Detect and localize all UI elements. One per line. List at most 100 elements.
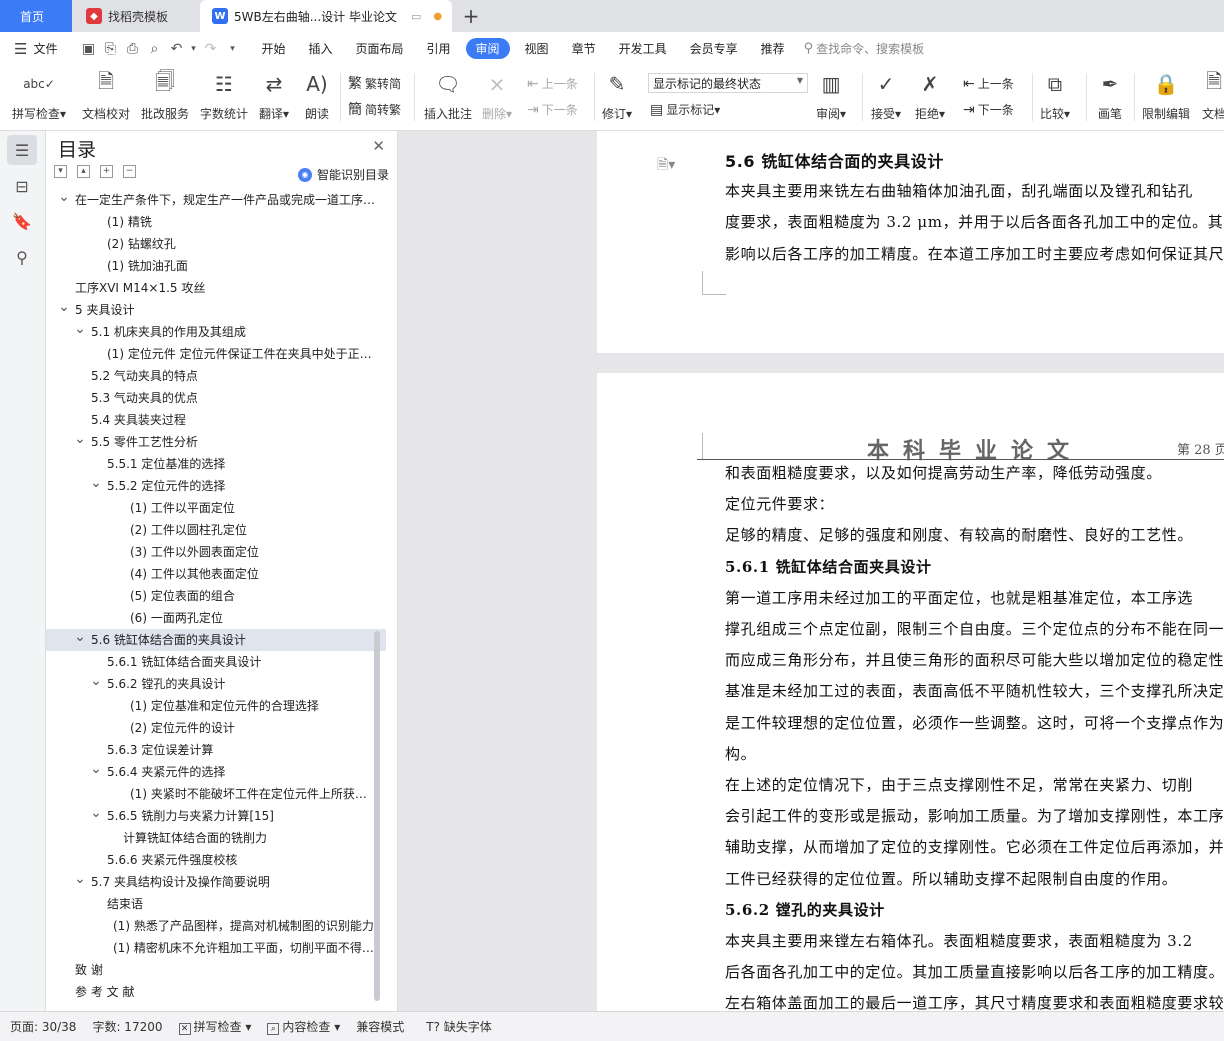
toc-item[interactable]: ⌄ 5.6 铣缸体结合面的夹具设计 xyxy=(46,629,386,651)
doc-proofread-button[interactable]: 🗎 文档校对 xyxy=(82,69,130,122)
command-search[interactable]: ⚲ 查找命令、搜索模板 xyxy=(804,40,925,57)
toc-item[interactable]: 5.4 夹具装夹过程 xyxy=(46,409,386,431)
toc-item[interactable]: (2) 工件以圆柱孔定位 xyxy=(46,519,386,541)
menu-tab-7[interactable]: 开发工具 xyxy=(611,38,675,59)
toc-item[interactable]: (1) 铣加油孔面 xyxy=(46,255,386,277)
menu-tab-6[interactable]: 章节 xyxy=(564,38,604,59)
chevron-down-icon[interactable]: ⌄ xyxy=(90,673,102,692)
close-icon[interactable]: ✕ xyxy=(372,137,385,155)
batch-service-button[interactable]: 🗐 批改服务 xyxy=(141,69,189,122)
show-markup-button[interactable]: ▤ 显示标记 ▾ xyxy=(650,101,720,118)
toc-item[interactable]: 5.3 气动夹具的优点 xyxy=(46,387,386,409)
accept-button[interactable]: ✓ 接受▾ xyxy=(871,69,901,122)
toc-item[interactable]: ⌄ 5.6.4 夹紧元件的选择 xyxy=(46,761,386,783)
read-aloud-button[interactable]: A) 朗读 xyxy=(303,69,331,122)
toc-item[interactable]: (6) 一面两孔定位 xyxy=(46,607,386,629)
toc-collapse-all-icon[interactable]: − xyxy=(123,165,136,178)
toc-item[interactable]: 工序XVI M14×1.5 攻丝 xyxy=(46,277,386,299)
toc-item[interactable]: ⌄ 5.6.5 铣削力与夹紧力计算[15] xyxy=(46,805,386,827)
menu-file[interactable]: 文件 xyxy=(33,38,65,59)
reject-button[interactable]: ✗ 拒绝▾ xyxy=(915,69,945,122)
print-preview-icon[interactable]: ⌕ xyxy=(145,40,163,58)
menu-tab-0[interactable]: 开始 xyxy=(253,38,293,59)
toc-collapse-up-icon[interactable]: ▴ xyxy=(77,165,90,178)
toc-item[interactable]: ⌄ 5.6.2 镗孔的夹具设计 xyxy=(46,673,386,695)
doc-rights-button[interactable]: 🗎 文档 xyxy=(1200,69,1224,122)
pen-button[interactable]: ✒ 画笔 xyxy=(1096,69,1124,122)
redo-icon[interactable]: ↷ xyxy=(201,40,219,58)
undo-icon[interactable]: ↶ xyxy=(167,40,185,58)
insert-comment-button[interactable]: 🗨 插入批注 xyxy=(424,69,472,122)
menu-tab-8[interactable]: 会员专享 xyxy=(682,38,746,59)
toc-item[interactable]: (3) 工件以外圆表面定位 xyxy=(46,541,386,563)
toc-item[interactable]: (1) 定位元件 定位元件保证工件在夹具中处于正确的位置 xyxy=(46,343,386,365)
toc-item[interactable]: 5.5.1 定位基准的选择 xyxy=(46,453,386,475)
toc-item[interactable]: (1) 定位基准和定位元件的合理选择 xyxy=(46,695,386,717)
toc-item[interactable]: ⌄ 5.5 零件工艺性分析 xyxy=(46,431,386,453)
chevron-down-icon[interactable]: ⌄ xyxy=(58,189,70,208)
toc-item[interactable]: 致 谢 xyxy=(46,959,386,981)
menu-tab-3[interactable]: 引用 xyxy=(419,38,459,59)
smart-toc-button[interactable]: ◉ 智能识别目录 xyxy=(297,166,389,183)
missing-font-button[interactable]: T? 缺失字体 xyxy=(426,1018,492,1035)
toc-item[interactable]: 5.2 气动夹具的特点 xyxy=(46,365,386,387)
toc-item[interactable]: (2) 定位元件的设计 xyxy=(46,717,386,739)
toc-item[interactable]: 5.6.3 定位误差计算 xyxy=(46,739,386,761)
tab-monitor-icon[interactable]: ▭ xyxy=(411,10,421,23)
toc-item[interactable]: 5.6.1 铣缸体结合面夹具设计 xyxy=(46,651,386,673)
tab-template[interactable]: ◆ 找稻壳模板 xyxy=(72,0,200,32)
chevron-down-icon[interactable]: ⌄ xyxy=(74,431,86,450)
toc-scrollbar[interactable] xyxy=(374,631,380,1001)
toc-expand-all-icon[interactable]: + xyxy=(100,165,113,178)
next-change-button[interactable]: ⇥ 下一条 xyxy=(963,101,1014,118)
menu-tab-2[interactable]: 页面布局 xyxy=(348,38,412,59)
prev-comment-button[interactable]: ⇤ 上一条 xyxy=(527,75,578,92)
comment-marker-icon[interactable]: 🗎▾ xyxy=(657,154,675,178)
spell-check-button[interactable]: abc✓ 拼写检查▾ xyxy=(12,69,66,122)
toc-item[interactable]: ⌄ 在一定生产条件下，规定生产一件产品或完成一道工序所需消耗的时间 xyxy=(46,189,386,211)
compare-button[interactable]: ⧉ 比较▾ xyxy=(1040,69,1070,122)
toc-pane-icon[interactable]: ☰ xyxy=(7,135,37,165)
chevron-down-icon[interactable]: ⌄ xyxy=(74,871,86,890)
toc-item[interactable]: 5.6.6 夹紧元件强度校核 xyxy=(46,849,386,871)
status-spell-check[interactable]: ✕ 拼写检查 ▾ xyxy=(178,1018,251,1035)
toc-item[interactable]: ⌄ 5 夹具设计 xyxy=(46,299,386,321)
toc-item[interactable]: (1) 精铣 xyxy=(46,211,386,233)
bookmark-icon[interactable]: 🔖 xyxy=(7,206,37,236)
toc-item[interactable]: 计算铣缸体结合面的铣削力 xyxy=(46,827,386,849)
delete-comment-button[interactable]: ⨯ 删除▾ xyxy=(482,69,512,122)
chapter-nav-icon[interactable]: ⊟ xyxy=(7,171,37,201)
new-tab-button[interactable]: + xyxy=(458,0,484,32)
toc-item[interactable]: (1) 精密机床不允许粗加工平面，切削平面不得超过 xyxy=(46,937,386,959)
toc-item[interactable]: (1) 熟悉了产品图样，提高对机械制图的识别能力 xyxy=(46,915,386,937)
toc-item[interactable]: (1) 夹紧时不能破坏工件在定位元件上所获得的定位 xyxy=(46,783,386,805)
toc-item[interactable]: ⌄ 5.7 夹具结构设计及操作简要说明 xyxy=(46,871,386,893)
toc-item[interactable]: 参 考 文 献 xyxy=(46,981,386,1003)
toc-item[interactable]: ⌄ 5.1 机床夹具的作用及其组成 xyxy=(46,321,386,343)
toc-item[interactable]: 结束语 xyxy=(46,893,386,915)
toc-item[interactable]: ⌄ 5.5.2 定位元件的选择 xyxy=(46,475,386,497)
word-count-button[interactable]: ☷ 字数统计 xyxy=(200,69,248,122)
translate-button[interactable]: ⇄ 翻译▾ xyxy=(259,69,289,122)
hamburger-icon[interactable]: ☰ xyxy=(14,40,27,58)
trad-to-simp-button[interactable]: 繁繁转简 xyxy=(348,73,401,93)
save-icon[interactable]: ▣ xyxy=(79,40,97,58)
chevron-down-icon[interactable]: ⌄ xyxy=(58,299,70,318)
customize-dropdown-icon[interactable]: ▾ xyxy=(223,40,241,58)
toc-item[interactable]: (4) 工件以其他表面定位 xyxy=(46,563,386,585)
status-content-check[interactable]: ⌕ 内容检查 ▾ xyxy=(267,1018,340,1035)
simp-to-trad-button[interactable]: 簡简转繁 xyxy=(348,99,401,119)
find-icon[interactable]: ⚲ xyxy=(7,242,37,272)
menu-tab-9[interactable]: 推荐 xyxy=(753,38,793,59)
print-icon[interactable]: ⎙ xyxy=(123,40,141,58)
prev-change-button[interactable]: ⇤ 上一条 xyxy=(963,75,1014,92)
word-count-indicator[interactable]: 字数: 17200 xyxy=(92,1018,162,1035)
chevron-down-icon[interactable]: ⌄ xyxy=(90,761,102,780)
toc-item[interactable]: (5) 定位表面的组合 xyxy=(46,585,386,607)
undo-dropdown-icon[interactable]: ▾ xyxy=(189,40,197,58)
export-icon[interactable]: ⎘ xyxy=(101,40,119,58)
menu-tab-4[interactable]: 审阅 xyxy=(465,38,510,59)
tab-home[interactable]: 首页 xyxy=(0,0,72,32)
tab-document[interactable]: W 5WB左右曲轴...设计 毕业论文 ▭ ● xyxy=(200,0,452,32)
toc-expand-down-icon[interactable]: ▾ xyxy=(54,165,67,178)
